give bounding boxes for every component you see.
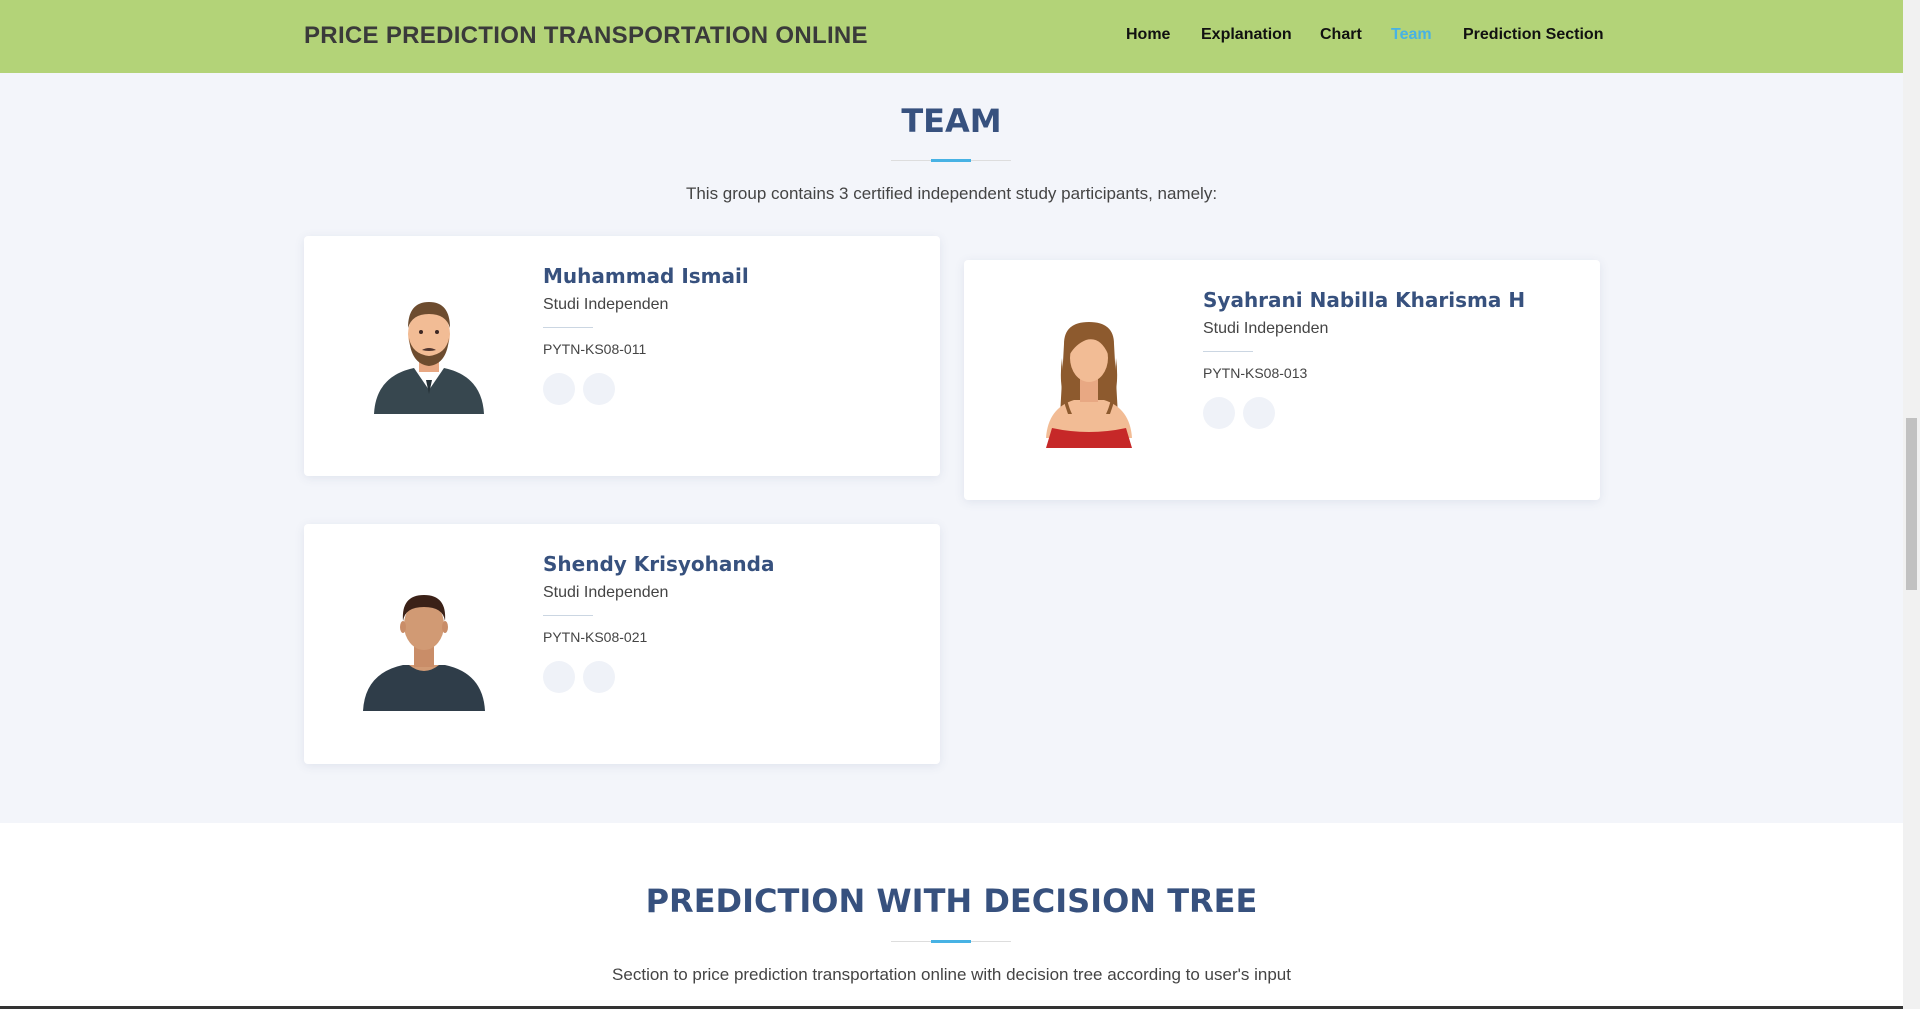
member-code: PYTN-KS08-013: [1203, 365, 1308, 381]
nav-chart[interactable]: Chart: [1320, 26, 1362, 44]
member-name: Shendy Krisyohanda: [543, 552, 775, 576]
prediction-title-accent: [931, 940, 971, 943]
social-link-icon[interactable]: [543, 373, 575, 405]
team-card-syahrani-nabilla: Syahrani Nabilla Kharisma H Studi Indepe…: [964, 260, 1600, 500]
prediction-title-underline: [891, 940, 1011, 943]
woman-avatar-icon: [1046, 322, 1132, 448]
social-link-icon[interactable]: [543, 661, 575, 693]
prediction-description: Section to price prediction transportati…: [612, 965, 1291, 984]
social-link-icon[interactable]: [1203, 397, 1235, 429]
team-description: This group contains 3 certified independ…: [685, 184, 1218, 203]
scrollbar-thumb[interactable]: [1906, 418, 1917, 590]
team-title: TEAM: [901, 102, 1002, 140]
man-avatar-icon: [363, 595, 485, 711]
prediction-title: PREDICTION WITH DECISION TREE: [645, 882, 1258, 920]
nav-team[interactable]: Team: [1391, 26, 1432, 44]
member-role: Studi Independen: [543, 584, 669, 601]
social-link-icon[interactable]: [583, 661, 615, 693]
member-name: Syahrani Nabilla Kharisma H: [1203, 288, 1526, 312]
social-link-icon[interactable]: [583, 373, 615, 405]
member-divider: [1203, 351, 1253, 352]
member-divider: [543, 615, 593, 616]
main-nav: Home Explanation Chart Team Prediction S…: [0, 26, 1903, 48]
member-role: Studi Independen: [1203, 320, 1329, 337]
nav-home[interactable]: Home: [1126, 26, 1170, 44]
member-code: PYTN-KS08-011: [543, 341, 647, 357]
site-header: PRICE PREDICTION TRANSPORTATION ONLINE H…: [0, 0, 1903, 73]
team-title-accent: [931, 159, 971, 162]
bearded-man-avatar-icon: [374, 302, 484, 414]
member-divider: [543, 327, 593, 328]
team-card-shendy-krisyohanda: Shendy Krisyohanda Studi Independen PYTN…: [304, 524, 940, 764]
nav-explanation[interactable]: Explanation: [1201, 26, 1292, 44]
social-link-icon[interactable]: [1243, 397, 1275, 429]
team-title-underline: [891, 159, 1011, 162]
nav-prediction-section[interactable]: Prediction Section: [1463, 26, 1603, 44]
member-code: PYTN-KS08-021: [543, 629, 648, 645]
team-card-muhammad-ismail: Muhammad Ismail Studi Independen PYTN-KS…: [304, 236, 940, 476]
member-role: Studi Independen: [543, 296, 669, 313]
member-name: Muhammad Ismail: [543, 264, 749, 288]
